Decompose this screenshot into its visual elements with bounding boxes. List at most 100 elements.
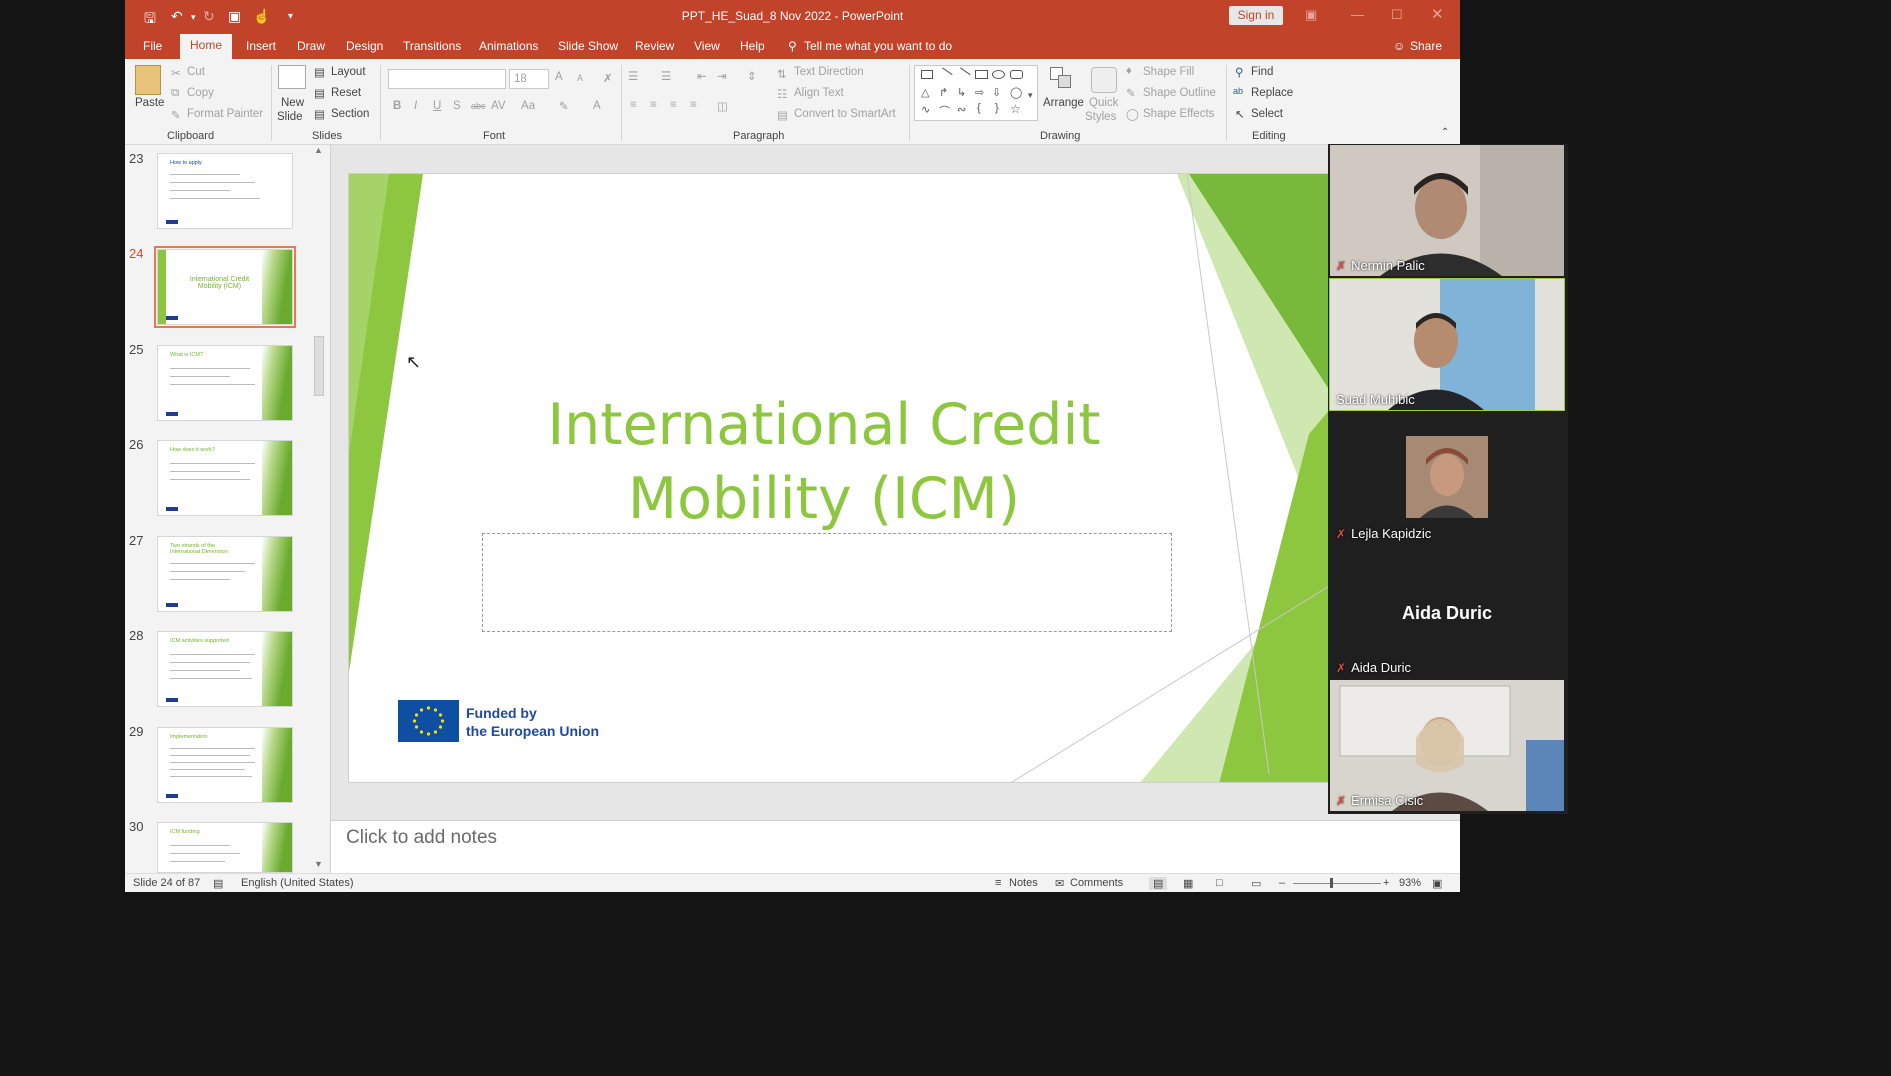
- increase-indent-icon[interactable]: ⇥: [717, 69, 727, 83]
- maximize-icon[interactable]: ☐: [1391, 7, 1403, 23]
- rectangle-shape-icon[interactable]: [975, 70, 988, 79]
- participant-tile[interactable]: ✗ Nermin Palic: [1330, 145, 1564, 276]
- font-name-box[interactable]: [388, 69, 506, 89]
- spelling-icon[interactable]: ▤: [213, 877, 223, 890]
- clear-formatting-icon[interactable]: ✗: [603, 71, 613, 85]
- select-button[interactable]: Select: [1251, 108, 1283, 120]
- zoom-slider-thumb[interactable]: [1330, 878, 1333, 888]
- bold-button[interactable]: B: [393, 100, 401, 112]
- line-spacing-icon[interactable]: ⇕: [747, 69, 757, 83]
- new-slide-icon[interactable]: [278, 65, 306, 89]
- font-color-button[interactable]: A: [593, 100, 601, 112]
- participant-tile[interactable]: ✗ Ermisa Cisic: [1330, 680, 1564, 811]
- quick-styles-label-1[interactable]: Quick: [1089, 97, 1118, 109]
- tab-design[interactable]: Design: [346, 39, 383, 53]
- rounded-rect-shape-icon[interactable]: [1010, 70, 1023, 79]
- decrease-indent-icon[interactable]: ⇤: [697, 69, 707, 83]
- copy-button[interactable]: Copy: [187, 87, 214, 99]
- slide-thumbnail-30[interactable]: ICM funding: [157, 822, 293, 873]
- oval-shape-icon[interactable]: [992, 70, 1005, 79]
- align-left-icon[interactable]: ≡: [630, 99, 637, 111]
- strikethrough-button[interactable]: abc: [471, 101, 486, 111]
- tab-view[interactable]: View: [694, 39, 720, 53]
- curve-shape-icon[interactable]: ∾: [957, 103, 966, 116]
- slide-thumbnail-28[interactable]: ICM activities supported: [157, 631, 293, 707]
- highlight-icon[interactable]: ✎: [559, 99, 569, 113]
- text-direction-button[interactable]: Text Direction: [794, 66, 864, 78]
- gallery-more-icon[interactable]: ▾: [1028, 90, 1033, 101]
- change-case-button[interactable]: Aa: [521, 100, 535, 112]
- underline-button[interactable]: U: [433, 100, 441, 112]
- zoom-slider[interactable]: [1293, 883, 1381, 884]
- subtitle-placeholder[interactable]: [482, 533, 1172, 632]
- numbering-icon[interactable]: ☰: [661, 69, 671, 83]
- slide-thumbnail-23[interactable]: How to apply: [157, 153, 293, 229]
- quick-styles-label-2[interactable]: Styles: [1085, 111, 1116, 123]
- tab-animations[interactable]: Animations: [479, 39, 538, 53]
- fit-slide-icon[interactable]: ▣: [1432, 877, 1442, 890]
- participant-tile[interactable]: Aida Duric ✗ Aida Duric: [1330, 547, 1564, 678]
- zoom-in-icon[interactable]: +: [1383, 877, 1389, 889]
- replace-button[interactable]: Replace: [1251, 87, 1293, 99]
- align-text-button[interactable]: Align Text: [794, 87, 844, 99]
- shape-outline-button[interactable]: Shape Outline: [1143, 87, 1216, 99]
- close-icon[interactable]: ✕: [1431, 5, 1444, 23]
- participant-tile[interactable]: Suad Muhibic: [1329, 278, 1565, 411]
- font-size-box[interactable]: 18: [509, 69, 549, 89]
- comments-button[interactable]: Comments: [1070, 877, 1123, 889]
- paste-icon[interactable]: [135, 65, 161, 95]
- convert-smartart-button[interactable]: Convert to SmartArt: [794, 108, 896, 120]
- shapes-gallery[interactable]: △ ↱ ↳ ⇨ ⇩ ◯ ∿ ⌒ ∾ { } ☆ ▾: [914, 65, 1038, 121]
- slide-thumbnail-26[interactable]: How does it work?: [157, 440, 293, 516]
- grow-font-button[interactable]: A: [555, 71, 563, 83]
- character-spacing-button[interactable]: AV: [491, 100, 506, 112]
- sign-in-button[interactable]: Sign in: [1229, 6, 1283, 25]
- tab-file[interactable]: File: [143, 39, 162, 53]
- align-right-icon[interactable]: ≡: [670, 99, 677, 111]
- elbow-arrow-icon[interactable]: ↳: [957, 86, 966, 99]
- paste-button[interactable]: Paste: [135, 97, 164, 109]
- justify-icon[interactable]: ≡: [690, 99, 697, 111]
- tab-review[interactable]: Review: [635, 39, 674, 53]
- textbox-shape-icon[interactable]: [921, 70, 933, 79]
- shadow-button[interactable]: S: [453, 100, 461, 112]
- notes-placeholder[interactable]: Click to add notes: [346, 827, 497, 849]
- arrange-button[interactable]: Arrange: [1043, 97, 1084, 109]
- notes-pane[interactable]: Click to add notes: [330, 820, 1460, 873]
- shrink-font-button[interactable]: A: [577, 73, 583, 83]
- tab-transitions[interactable]: Transitions: [403, 39, 461, 53]
- format-painter-button[interactable]: Format Painter: [187, 108, 263, 120]
- triangle-shape-icon[interactable]: △: [921, 86, 929, 99]
- shape-effects-button[interactable]: Shape Effects: [1143, 108, 1214, 120]
- find-button[interactable]: Find: [1251, 66, 1273, 78]
- slide-thumbnail-29[interactable]: Implementation: [157, 727, 293, 803]
- thumbnails-scrollbar[interactable]: ▲ ▼: [312, 145, 326, 873]
- reading-view-icon[interactable]: □: [1216, 877, 1223, 889]
- tab-help[interactable]: Help: [740, 39, 765, 53]
- slide-sorter-icon[interactable]: ▦: [1183, 877, 1193, 890]
- slideshow-view-icon[interactable]: ▭: [1251, 877, 1261, 890]
- scroll-down-icon[interactable]: ▼: [314, 859, 323, 869]
- shape-fill-button[interactable]: Shape Fill: [1143, 66, 1194, 78]
- tab-slide-show[interactable]: Slide Show: [558, 39, 618, 53]
- columns-icon[interactable]: ◫: [717, 99, 728, 113]
- right-arrow-shape-icon[interactable]: ⇨: [975, 86, 984, 99]
- participant-tile[interactable]: ✗ Lejla Kapidzic: [1330, 413, 1564, 544]
- down-arrow-shape-icon[interactable]: ⇩: [992, 86, 1001, 99]
- flowchart-shape-icon[interactable]: ◯: [1010, 86, 1022, 99]
- scroll-thumb[interactable]: [314, 336, 324, 396]
- tab-home[interactable]: Home: [180, 34, 232, 59]
- bullets-icon[interactable]: ☰: [628, 69, 638, 83]
- zoom-level[interactable]: 93%: [1399, 877, 1421, 889]
- elbow-connector-icon[interactable]: ↱: [939, 86, 948, 99]
- zoom-out-icon[interactable]: –: [1279, 877, 1285, 889]
- notes-button[interactable]: Notes: [1009, 877, 1038, 889]
- slide-thumbnail-27[interactable]: Two strands of the International Dimensi…: [157, 536, 293, 612]
- line-shape-icon[interactable]: [937, 67, 953, 82]
- normal-view-icon[interactable]: ▤: [1149, 877, 1168, 890]
- freeform-shape-icon[interactable]: ∿: [921, 103, 930, 116]
- current-slide[interactable]: International Credit Mobility (ICM) Fund…: [348, 173, 1460, 783]
- layout-button[interactable]: Layout: [331, 66, 366, 78]
- cut-button[interactable]: Cut: [187, 66, 205, 78]
- language-indicator[interactable]: English (United States): [241, 877, 354, 889]
